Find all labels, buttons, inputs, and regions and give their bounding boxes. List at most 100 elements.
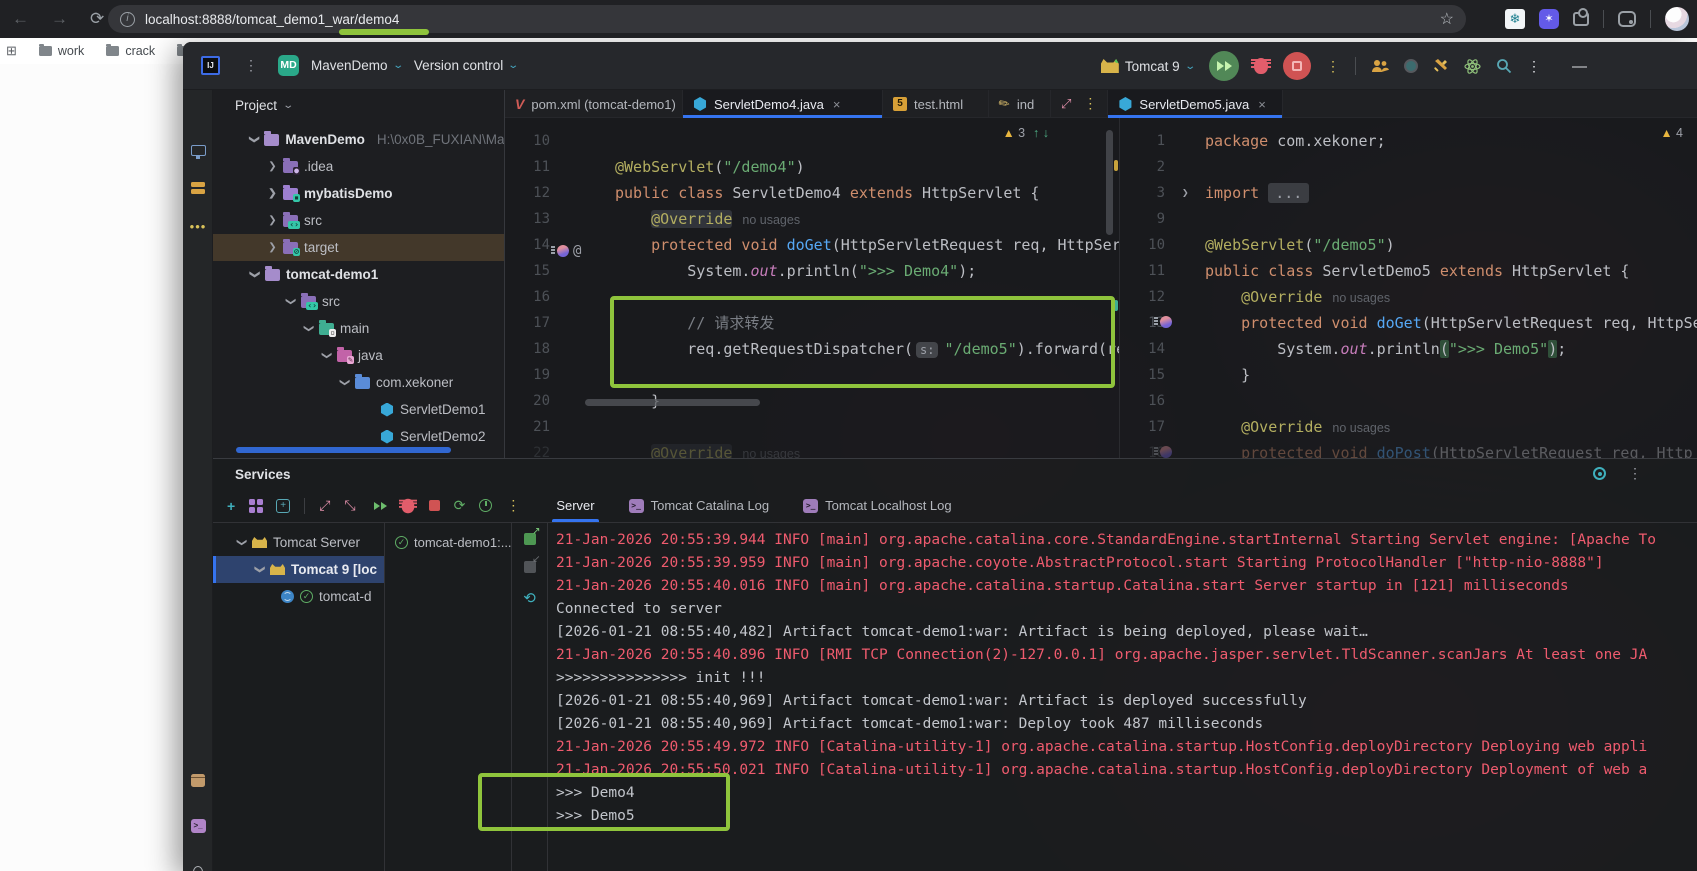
dependencies-tool-icon[interactable]	[188, 770, 208, 790]
tab-options-kebab-icon[interactable]: ⋮	[1083, 95, 1097, 112]
site-info-icon[interactable]: i	[120, 11, 135, 27]
expand-split-icon[interactable]: ⤢	[1061, 96, 1071, 112]
chevron-icon[interactable]: ❯	[268, 242, 277, 253]
refresh-icon[interactable]: ⟳	[454, 497, 466, 514]
more-options-kebab-icon[interactable]: ⋮	[506, 497, 520, 514]
tab-servletdemo4[interactable]: ServletDemo4.java ×	[683, 90, 883, 118]
fold-chevron-icon[interactable]: ❯	[1182, 180, 1189, 206]
tab-localhost-log[interactable]: >_ Tomcat Localhost Log	[803, 489, 952, 522]
undeploy-icon[interactable]	[523, 554, 541, 573]
screenshot-lens-icon[interactable]	[1618, 11, 1636, 27]
info-stripe-mark[interactable]	[1114, 300, 1118, 311]
services-grid-icon[interactable]	[249, 499, 263, 513]
editor-vertical-scrollbar[interactable]	[1106, 130, 1113, 235]
panel-options-kebab-icon[interactable]: ⋮	[1628, 465, 1642, 482]
tab-index[interactable]: ✎ ind	[989, 90, 1051, 118]
chevron-icon[interactable]: ❯	[249, 135, 260, 143]
debug-button[interactable]	[1251, 58, 1271, 74]
tree-item-target[interactable]: ❯ ⊘ target	[213, 234, 504, 261]
override-gutter-icon[interactable]	[557, 245, 569, 257]
focus-target-icon[interactable]	[1593, 467, 1606, 480]
minimize-button[interactable]: —	[1572, 58, 1587, 75]
apps-grid-icon[interactable]: ⊞	[6, 43, 17, 59]
tree-item-servletdemo1[interactable]: ServletDemo1	[213, 396, 504, 423]
profile-avatar[interactable]	[1665, 7, 1689, 31]
rerun-button[interactable]	[1209, 51, 1239, 81]
close-icon[interactable]: ×	[833, 97, 841, 112]
prev-next-arrows[interactable]: ↑ ↓	[1033, 126, 1049, 140]
tab-catalina-log[interactable]: >_ Tomcat Catalina Log	[628, 489, 769, 522]
stop-server-icon[interactable]	[428, 500, 440, 511]
project-panel-header[interactable]: Project ⌄	[213, 90, 504, 120]
extension-purple-icon[interactable]: ✶	[1539, 9, 1559, 29]
collapse-all-icon[interactable]: ⤡	[344, 497, 355, 514]
bookmark-star-icon[interactable]: ☆	[1440, 9, 1454, 29]
tree-item-servletdemo2[interactable]: ServletDemo2	[213, 423, 504, 450]
bookmark-folder-crack[interactable]: crack	[106, 43, 155, 58]
chevron-icon[interactable]: ❯	[285, 297, 296, 306]
bookmark-folder-work[interactable]: work	[38, 43, 84, 58]
notifications-icon[interactable]	[188, 862, 208, 871]
close-icon[interactable]: ×	[1258, 97, 1266, 112]
chevron-icon[interactable]: ❯	[254, 565, 265, 574]
chevron-icon[interactable]: ❯	[236, 538, 247, 547]
chevron-icon[interactable]: ❯	[268, 161, 277, 172]
project-selector[interactable]: MavenDemo ⌄	[311, 58, 404, 73]
inspections-widget[interactable]: ▲ 3 ↑ ↓	[1003, 126, 1049, 140]
forward-icon[interactable]: →	[51, 9, 68, 29]
atom-icon[interactable]	[1464, 58, 1481, 75]
add-service-icon[interactable]: +	[227, 498, 235, 514]
chevron-icon[interactable]: ❯	[268, 215, 277, 226]
stop-button[interactable]	[1283, 52, 1311, 80]
extensions-puzzle-icon[interactable]	[1573, 8, 1589, 26]
chevron-icon[interactable]: ❯	[303, 324, 314, 333]
terminal-tool-icon[interactable]: >_	[188, 816, 208, 836]
add-to-dashboard-icon[interactable]: +	[276, 498, 291, 513]
tree-item-idea[interactable]: ❯ ● .idea	[213, 153, 504, 180]
back-icon[interactable]: ←	[12, 9, 29, 29]
record-icon[interactable]	[1404, 59, 1418, 73]
chevron-icon[interactable]: ❯	[249, 270, 260, 279]
run-more-kebab-icon[interactable]: ⋮	[1326, 58, 1340, 75]
tree-item-java[interactable]: ❯ ✎ java	[213, 342, 504, 369]
rerun-server-icon[interactable]	[373, 501, 387, 510]
refresh-icon[interactable]: ⟳	[90, 9, 104, 29]
vcs-selector[interactable]: Version control ⌄	[414, 58, 519, 73]
editor-servletdemo5[interactable]: 1 package com.xekoner; 2 3 ❯ import ... 9 1…	[1120, 118, 1697, 458]
search-icon[interactable]	[1496, 58, 1512, 74]
tree-item-src2[interactable]: ❯ ‹› src	[213, 288, 504, 315]
address-bar[interactable]: i localhost:8888/tomcat_demo1_war/demo4 …	[108, 5, 1466, 33]
tab-test-html[interactable]: 5 test.html	[883, 90, 989, 118]
project-tool-icon[interactable]	[188, 140, 208, 160]
chevron-icon[interactable]: ❯	[268, 188, 277, 199]
folded-imports[interactable]: ...	[1268, 183, 1310, 203]
chevron-icon[interactable]: ❯	[339, 378, 350, 387]
tree-item-tomcat-demo1[interactable]: ❯ tomcat-demo1	[213, 261, 504, 288]
commit-tool-icon[interactable]	[188, 178, 208, 198]
more-tools-icon[interactable]: •••	[188, 216, 208, 236]
code-with-me-users-icon[interactable]	[1371, 59, 1389, 73]
run-config-selector[interactable]: Tomcat 9 ⌄	[1100, 59, 1196, 74]
tree-item-main[interactable]: ❯ ▫ main	[213, 315, 504, 342]
editor-horizontal-scrollbar[interactable]	[585, 399, 760, 406]
tab-server[interactable]: Server	[552, 489, 599, 522]
tree-item-mavendemo[interactable]: ❯ MavenDemo H:\0x0B_FUXIAN\Maven	[213, 126, 504, 153]
chevron-icon[interactable]: ❯	[321, 351, 332, 360]
url-text[interactable]: localhost:8888/tomcat_demo1_war/demo4	[145, 12, 399, 27]
deployment-artifact[interactable]: ✓ tomcat-demo1:...	[385, 529, 511, 556]
tree-item-mybatisdemo[interactable]: ❯ ▪ mybatisDemo	[213, 180, 504, 207]
server-log[interactable]: 21-Jan-2026 20:55:39.944 INFO [main] org…	[548, 523, 1697, 871]
project-horizontal-scrollbar[interactable]	[236, 447, 451, 453]
tree-item-com-xekoner[interactable]: ❯ com.xekoner	[213, 369, 504, 396]
deploy-icon[interactable]	[523, 526, 541, 545]
override-gutter-icon[interactable]	[1160, 446, 1172, 458]
tree-item-src[interactable]: ❯ ‹› src	[213, 207, 504, 234]
main-menu-kebab-icon[interactable]: ⋮	[244, 57, 258, 74]
settings-kebab-icon[interactable]: ⋮	[1527, 58, 1541, 75]
warning-stripe-mark[interactable]	[1114, 160, 1118, 171]
tab-pom-xml[interactable]: V pom.xml (tomcat-demo1)	[505, 90, 683, 118]
expand-all-icon[interactable]: ⤢	[319, 497, 330, 514]
inspections-widget[interactable]: ▲ 4	[1661, 126, 1683, 140]
extension-snowflake-icon[interactable]: ❄	[1505, 9, 1525, 29]
service-tomcat9[interactable]: ❯ Tomcat 9 [loc	[213, 556, 384, 583]
